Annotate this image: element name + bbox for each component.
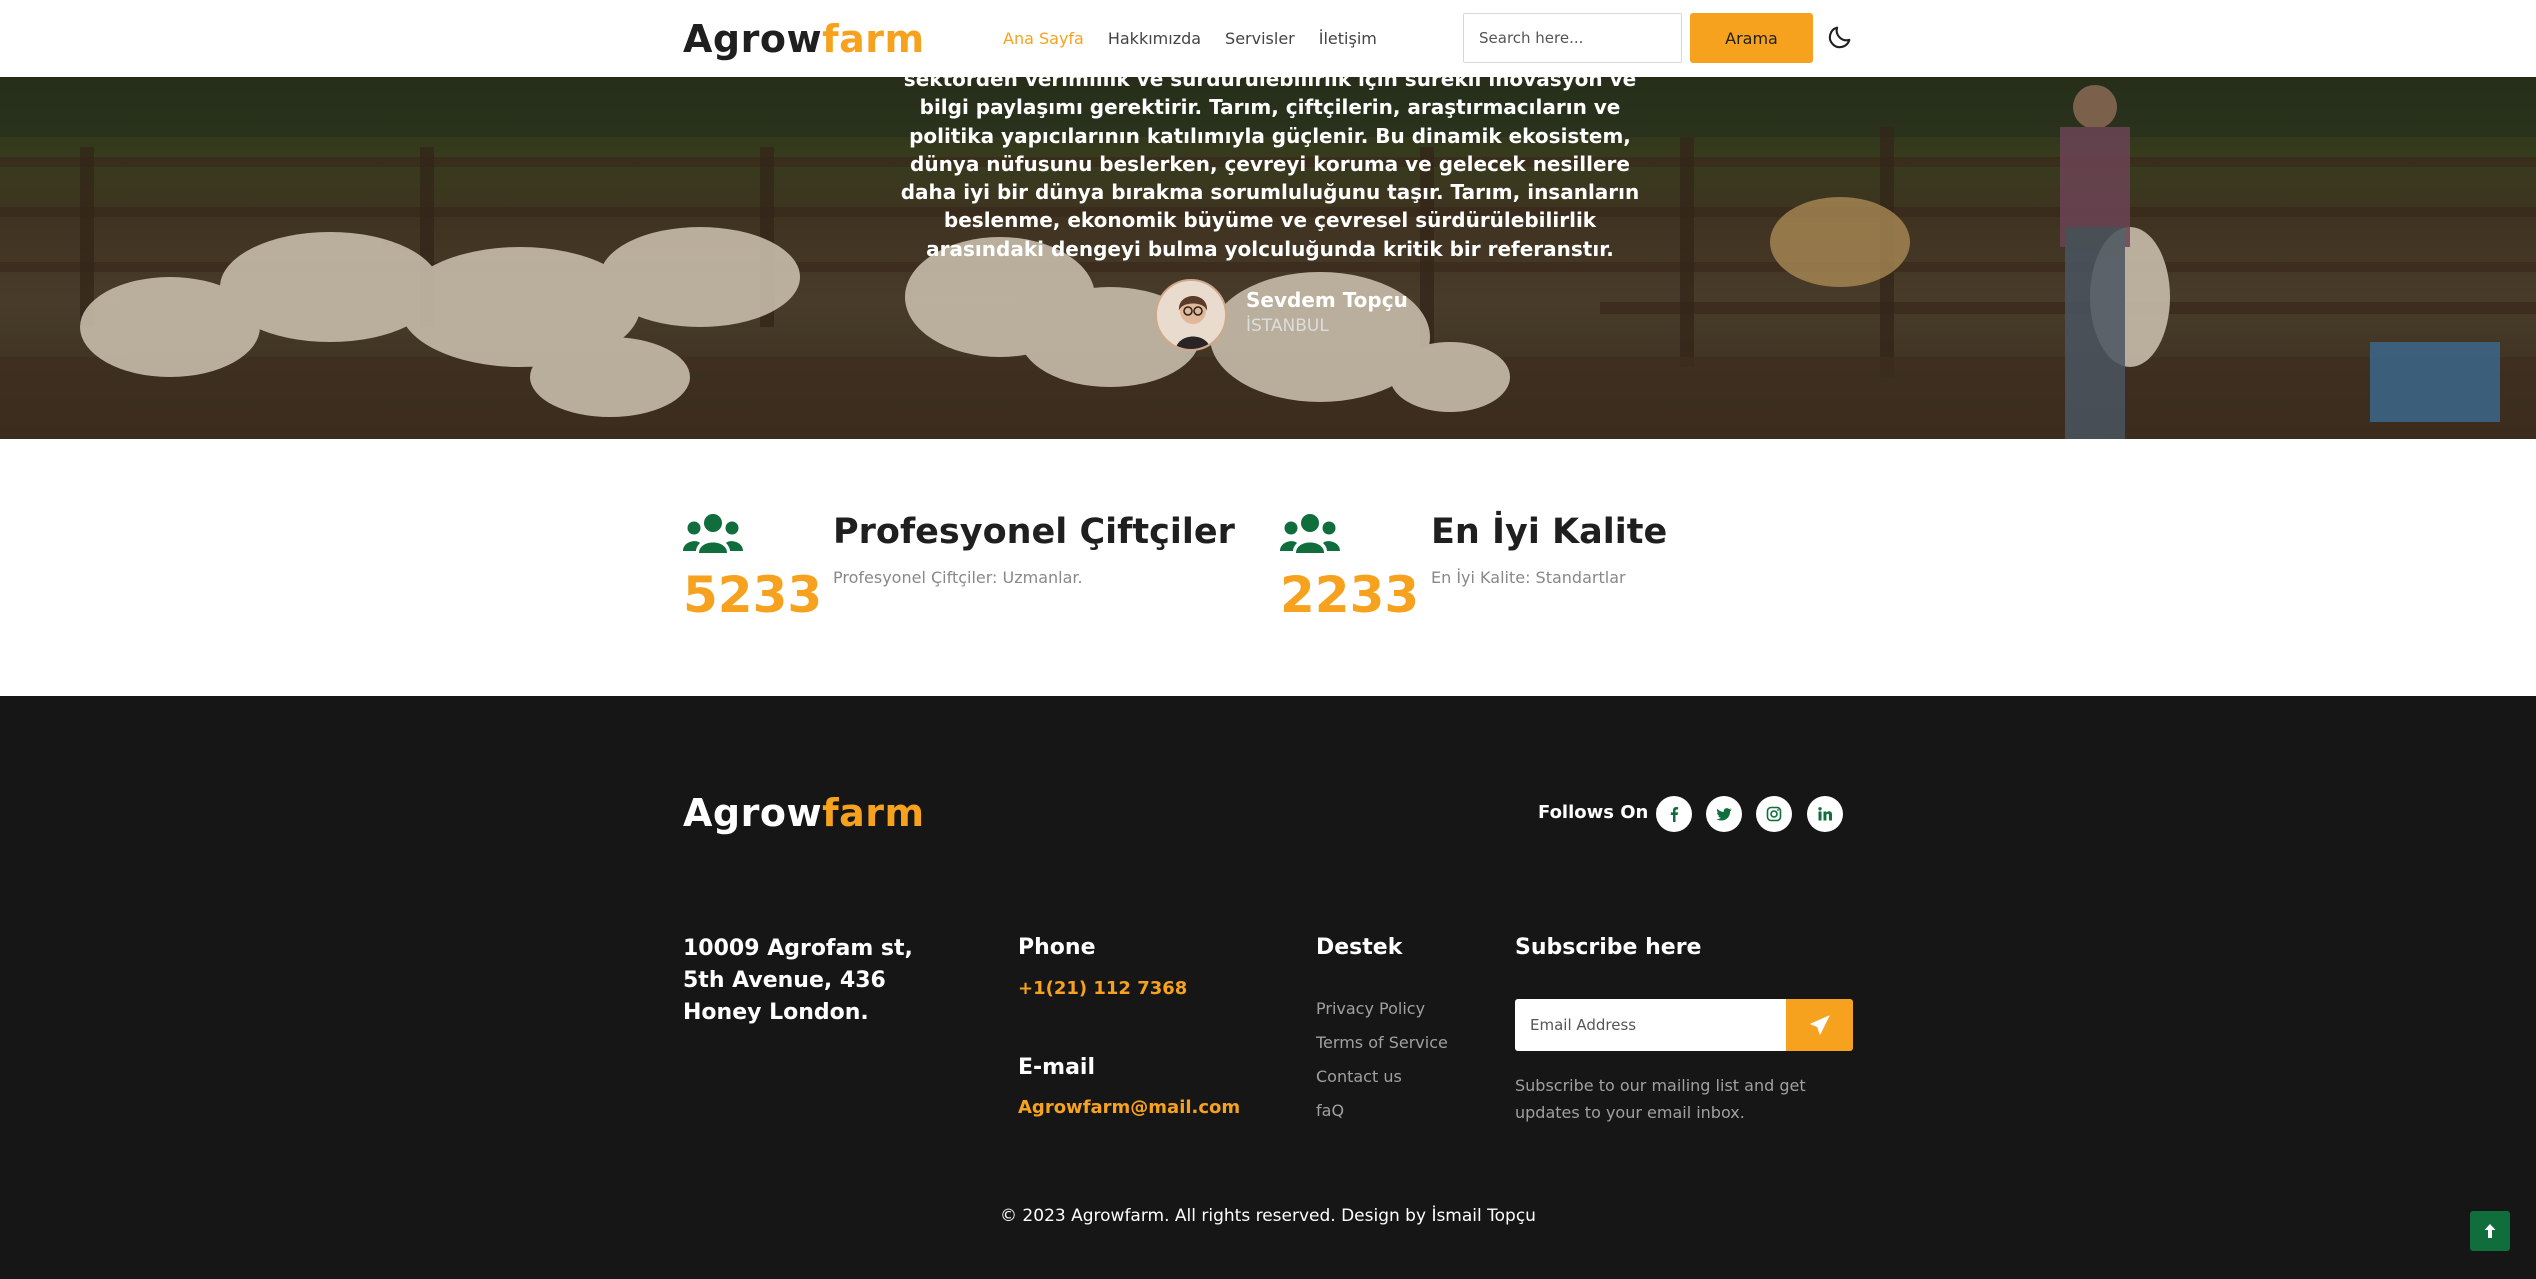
logo-dark-text: Agrow	[683, 791, 823, 835]
stat-title: Profesyonel Çiftçiler	[833, 512, 1235, 552]
logo-accent-text: farm	[822, 791, 925, 835]
privacy-policy-link[interactable]: Privacy Policy	[1316, 998, 1425, 1020]
phone-link[interactable]: +1(21) 112 7368	[1018, 977, 1187, 1001]
search-input[interactable]	[1463, 13, 1682, 63]
follows-label: Follows On :	[1538, 802, 1662, 823]
subscribe-button[interactable]	[1786, 999, 1853, 1051]
logo-accent-text: farm	[822, 17, 925, 61]
facebook-icon[interactable]	[1656, 796, 1692, 832]
nav-services[interactable]: Servisler	[1225, 26, 1295, 52]
nav-contact[interactable]: İletişim	[1319, 26, 1377, 52]
linkedin-icon[interactable]	[1807, 796, 1843, 832]
phone-title: Phone	[1018, 935, 1096, 960]
arrow-up-icon	[2484, 1224, 2496, 1238]
nav-about[interactable]: Hakkımızda	[1108, 26, 1201, 52]
users-icon	[683, 514, 743, 553]
nav-home[interactable]: Ana Sayfa	[1003, 26, 1084, 52]
testimonial-hero: sektörden verimlilik ve sürdürülebilirli…	[0, 77, 2536, 439]
terms-of-service-link[interactable]: Terms of Service	[1316, 1032, 1448, 1054]
faq-link[interactable]: faQ	[1316, 1100, 1344, 1122]
email-link[interactable]: Agrowfarm@mail.com	[1018, 1096, 1240, 1120]
stat-description: En İyi Kalite: Standartlar	[1431, 568, 1626, 587]
header: Agrowfarm Ana Sayfa Hakkımızda Servisler…	[0, 0, 2536, 77]
contact-us-link[interactable]: Contact us	[1316, 1066, 1402, 1088]
stat-number: 5233	[683, 566, 823, 624]
users-icon	[1280, 514, 1340, 553]
logo-dark-text: Agrow	[683, 17, 823, 61]
testimonial-quote: sektörden verimlilik ve sürdürülebilirli…	[900, 77, 1640, 261]
moon-icon[interactable]	[1826, 23, 1854, 51]
twitter-icon[interactable]	[1706, 796, 1742, 832]
main-nav: Ana Sayfa Hakkımızda Servisler İletişim	[1003, 26, 1377, 52]
instagram-icon[interactable]	[1756, 796, 1792, 832]
stat-description: Profesyonel Çiftçiler: Uzmanlar.	[833, 568, 1083, 587]
subscribe-description: Subscribe to our mailing list and get up…	[1515, 1076, 1806, 1122]
footer-address: 10009 Agrofam st, 5th Avenue, 436 Honey …	[683, 936, 913, 1025]
footer: Agrowfarm Follows On : 10009 Agrofam st,…	[0, 696, 2536, 1279]
author-avatar	[1155, 279, 1227, 351]
search-button[interactable]: Arama	[1690, 13, 1813, 63]
footer-logo[interactable]: Agrowfarm	[683, 788, 925, 838]
author-city: İSTANBUL	[1246, 316, 1329, 336]
email-title: E-mail	[1018, 1055, 1096, 1080]
subscribe-title: Subscribe here	[1515, 935, 1702, 960]
stat-title: En İyi Kalite	[1431, 512, 1668, 552]
stat-number: 2233	[1280, 566, 1420, 624]
logo[interactable]: Agrowfarm	[683, 14, 925, 64]
back-to-top-button[interactable]	[2470, 1211, 2510, 1251]
author-name: Sevdem Topçu	[1246, 288, 1408, 312]
support-title: Destek	[1316, 935, 1403, 960]
subscribe-email-input[interactable]	[1515, 999, 1787, 1051]
copyright: © 2023 Agrowfarm. All rights reserved. D…	[1000, 1206, 1536, 1226]
paper-plane-icon	[1810, 1015, 1829, 1035]
